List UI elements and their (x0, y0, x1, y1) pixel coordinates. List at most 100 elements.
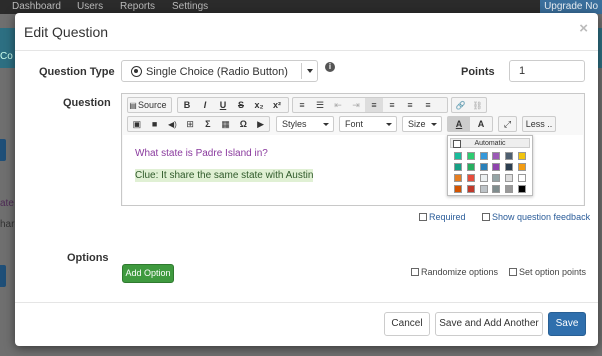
bold-button[interactable]: B (178, 100, 196, 110)
set-option-points-checkbox[interactable]: Set option points (509, 267, 586, 277)
cancel-button[interactable]: Cancel (384, 312, 430, 336)
modal-header: Edit Question × (15, 13, 598, 51)
add-option-button[interactable]: Add Option (122, 264, 174, 283)
color-swatch[interactable] (518, 163, 526, 171)
color-swatch[interactable] (466, 174, 475, 182)
text-color-button[interactable]: A (448, 117, 470, 131)
color-swatch[interactable] (518, 152, 526, 160)
randomize-label: Randomize options (421, 267, 499, 277)
color-swatch[interactable] (479, 174, 488, 182)
underline-button[interactable]: U (214, 100, 232, 110)
size-label: Size (408, 119, 426, 129)
background-button (0, 139, 6, 161)
insert-table-icon[interactable]: ⊞ (181, 119, 199, 130)
link-group: 🔗 ⛓ (451, 97, 487, 113)
superscript-button[interactable]: x² (268, 100, 286, 110)
video-icon[interactable]: ■ (146, 119, 164, 129)
options-label: Options (67, 252, 109, 264)
color-swatch[interactable] (492, 152, 501, 160)
youtube-icon[interactable]: ▶ (252, 119, 269, 130)
align-center-icon[interactable]: ≡ (383, 100, 401, 110)
color-swatch[interactable] (518, 185, 526, 193)
nav-users[interactable]: Users (77, 1, 103, 12)
checkbox-icon (509, 268, 517, 276)
question-type-select[interactable]: Single Choice (Radio Button) (121, 60, 318, 82)
maximize-icon[interactable]: ⤢ (498, 116, 517, 132)
unlink-icon[interactable]: ⛓ (469, 101, 486, 110)
upgrade-button[interactable]: Upgrade No (540, 0, 602, 14)
checkbox-icon (411, 268, 419, 276)
automatic-color-option[interactable]: Automatic (450, 138, 530, 148)
source-button[interactable]: ▤ Source (127, 97, 172, 113)
clue-text: Clue: It share the same state with Austi… (135, 169, 314, 182)
info-icon[interactable]: i (325, 62, 335, 72)
italic-button[interactable]: I (196, 100, 214, 110)
align-left-icon[interactable]: ≡ (365, 98, 383, 112)
sigma-icon[interactable]: Σ (199, 119, 217, 129)
styles-dropdown[interactable]: Styles (276, 116, 334, 132)
question-label: Question (63, 97, 111, 109)
image-icon[interactable]: ▣ (128, 119, 146, 130)
show-feedback-checkbox[interactable]: Show question feedback (482, 212, 590, 222)
color-swatch[interactable] (479, 185, 488, 193)
select-divider (301, 63, 302, 79)
save-and-add-another-button[interactable]: Save and Add Another (435, 312, 543, 336)
bullet-list-icon[interactable]: ☰ (311, 100, 329, 111)
link-icon[interactable]: 🔗 (452, 101, 469, 110)
background-color-button[interactable]: A (470, 119, 492, 129)
checkbox-icon (482, 213, 490, 221)
subscript-button[interactable]: x₂ (250, 100, 268, 110)
table-icon[interactable]: ▦ (217, 119, 235, 130)
size-dropdown[interactable]: Size (402, 116, 442, 132)
color-swatch[interactable] (492, 185, 501, 193)
outdent-icon[interactable]: ⇤ (329, 100, 347, 111)
font-label: Font (345, 119, 364, 129)
color-swatch[interactable] (479, 163, 488, 171)
color-swatch[interactable] (466, 152, 475, 160)
edit-question-modal: Edit Question × Question Type Single Cho… (15, 13, 598, 346)
points-input[interactable]: 1 (509, 60, 585, 82)
audio-icon[interactable]: ◀) (164, 120, 182, 129)
nav-settings[interactable]: Settings (172, 1, 208, 12)
background-button (0, 265, 6, 287)
font-dropdown[interactable]: Font (339, 116, 397, 132)
color-swatch[interactable] (466, 185, 475, 193)
close-icon[interactable]: × (579, 20, 588, 37)
color-swatch[interactable] (454, 163, 462, 171)
color-swatch[interactable] (454, 185, 462, 193)
color-swatch[interactable] (505, 174, 514, 182)
source-label: Source (138, 100, 167, 110)
color-swatch[interactable] (518, 174, 526, 182)
color-swatch[interactable] (479, 152, 488, 160)
nav-dashboard[interactable]: Dashboard (12, 1, 61, 12)
nav-reports[interactable]: Reports (120, 1, 155, 12)
required-checkbox[interactable]: Required (419, 212, 466, 222)
justify-icon[interactable]: ≡ (419, 100, 437, 110)
color-swatch[interactable] (505, 163, 514, 171)
modal-title: Edit Question (24, 24, 109, 40)
show-feedback-label: Show question feedback (492, 212, 591, 222)
insert-group: ▣ ■ ◀) ⊞ Σ ▦ Ω ▶ (127, 116, 270, 132)
color-swatch[interactable] (454, 174, 462, 182)
color-swatch[interactable] (466, 163, 475, 171)
randomize-options-checkbox[interactable]: Randomize options (411, 267, 498, 277)
paragraph-group: ≡ ☰ ⇤ ⇥ ≡ ≡ ≡ ≡ (292, 97, 448, 113)
less-button[interactable]: Less .. (522, 116, 556, 132)
color-swatch[interactable] (492, 163, 501, 171)
align-right-icon[interactable]: ≡ (401, 100, 419, 110)
points-label: Points (461, 66, 495, 78)
question-text: What state is Padre Island in? (135, 148, 268, 159)
required-label: Required (429, 212, 466, 222)
question-type-value: Single Choice (Radio Button) (146, 66, 288, 78)
color-swatch[interactable] (505, 152, 514, 160)
save-button[interactable]: Save (548, 312, 586, 336)
special-char-icon[interactable]: Ω (235, 119, 253, 129)
text-color-panel: Automatic (447, 135, 533, 196)
numbered-list-icon[interactable]: ≡ (293, 100, 311, 110)
chevron-down-icon (323, 123, 329, 126)
color-swatch[interactable] (492, 174, 501, 182)
strike-button[interactable]: S (232, 100, 250, 110)
indent-icon[interactable]: ⇥ (347, 100, 365, 111)
color-swatch[interactable] (505, 185, 514, 193)
color-swatch[interactable] (454, 152, 462, 160)
